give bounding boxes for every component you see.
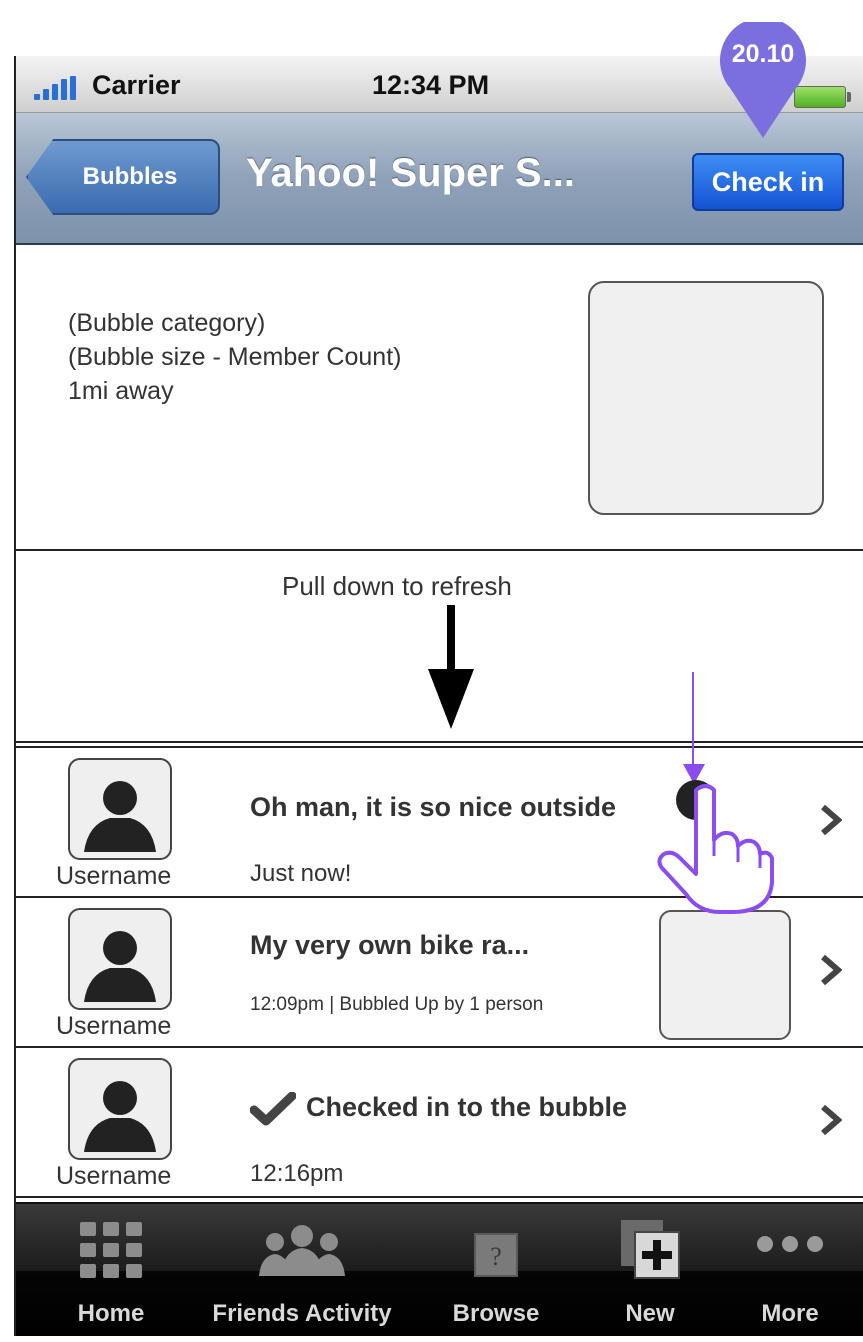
- tab-more[interactable]: More: [734, 1204, 846, 1336]
- status-time: 12:34 PM: [372, 70, 490, 100]
- post-timestamp: 12:16pm: [250, 1160, 344, 1187]
- back-button[interactable]: Bubbles: [26, 139, 220, 215]
- refresh-label: Pull down to refresh: [282, 571, 512, 601]
- tab-new[interactable]: New: [602, 1204, 698, 1336]
- username-label: Username: [56, 1162, 172, 1190]
- post-title: Checked in to the bubble: [306, 1092, 628, 1122]
- hand-pointer-icon: [657, 784, 774, 914]
- signal-bars-icon: [34, 76, 78, 100]
- feed-row[interactable]: Username My very own bike ra... 12:09pm …: [16, 898, 863, 1048]
- tab-label: Friends Activity: [212, 1300, 392, 1327]
- post-title: My very own bike ra...: [250, 930, 530, 960]
- feed-row[interactable]: Username Checked in to the bubble 12:16p…: [16, 1048, 863, 1198]
- add-page-icon: [621, 1220, 680, 1279]
- bubble-size: (Bubble size - Member Count): [68, 343, 402, 371]
- tab-home[interactable]: Home: [56, 1204, 166, 1336]
- avatar: [68, 1058, 172, 1160]
- carrier-label: Carrier: [92, 70, 181, 100]
- bubble-category: (Bubble category): [68, 309, 266, 337]
- pull-to-refresh[interactable]: Pull down to refresh: [16, 551, 863, 743]
- phone-screen: Carrier 12:34 PM Bubbles Yahoo! Super S.…: [14, 56, 863, 1336]
- chevron-right-icon: [821, 1104, 842, 1136]
- tab-friends-activity[interactable]: Friends Activity: [202, 1204, 402, 1336]
- people-icon: [259, 1225, 345, 1276]
- chevron-right-icon: [821, 804, 842, 836]
- tab-label: More: [761, 1300, 819, 1327]
- question-box-icon: ?: [474, 1233, 518, 1277]
- tab-label: Browse: [452, 1300, 540, 1327]
- avatar: [68, 908, 172, 1010]
- annotation-pin-label: 20.10: [731, 40, 795, 68]
- chevron-right-icon: [821, 954, 842, 986]
- page-title: Yahoo! Super S...: [246, 151, 575, 195]
- checkmark-icon: [250, 1092, 296, 1126]
- post-timestamp: Just now!: [250, 860, 352, 887]
- bubble-distance: 1mi away: [68, 377, 174, 405]
- tab-bar: Home Friends Activity ? Browse New More: [16, 1202, 863, 1336]
- username-label: Username: [56, 862, 172, 890]
- bubble-image-placeholder: [588, 281, 824, 515]
- avatar: [68, 758, 172, 860]
- tab-label: New: [625, 1300, 675, 1327]
- bubble-info-section: (Bubble category) (Bubble size - Member …: [16, 245, 863, 551]
- post-image-placeholder: [659, 910, 791, 1040]
- svg-text:?: ?: [490, 1242, 502, 1271]
- grid-icon: [80, 1222, 142, 1278]
- username-label: Username: [56, 1012, 172, 1040]
- tab-browse[interactable]: ? Browse: [436, 1204, 556, 1336]
- post-meta: 12:09pm | Bubbled Up by 1 person: [250, 994, 544, 1015]
- tab-label: Home: [77, 1300, 145, 1327]
- check-in-button[interactable]: Check in: [692, 153, 844, 211]
- ellipsis-icon: [757, 1236, 823, 1252]
- post-title: Oh man, it is so nice outside: [250, 792, 617, 822]
